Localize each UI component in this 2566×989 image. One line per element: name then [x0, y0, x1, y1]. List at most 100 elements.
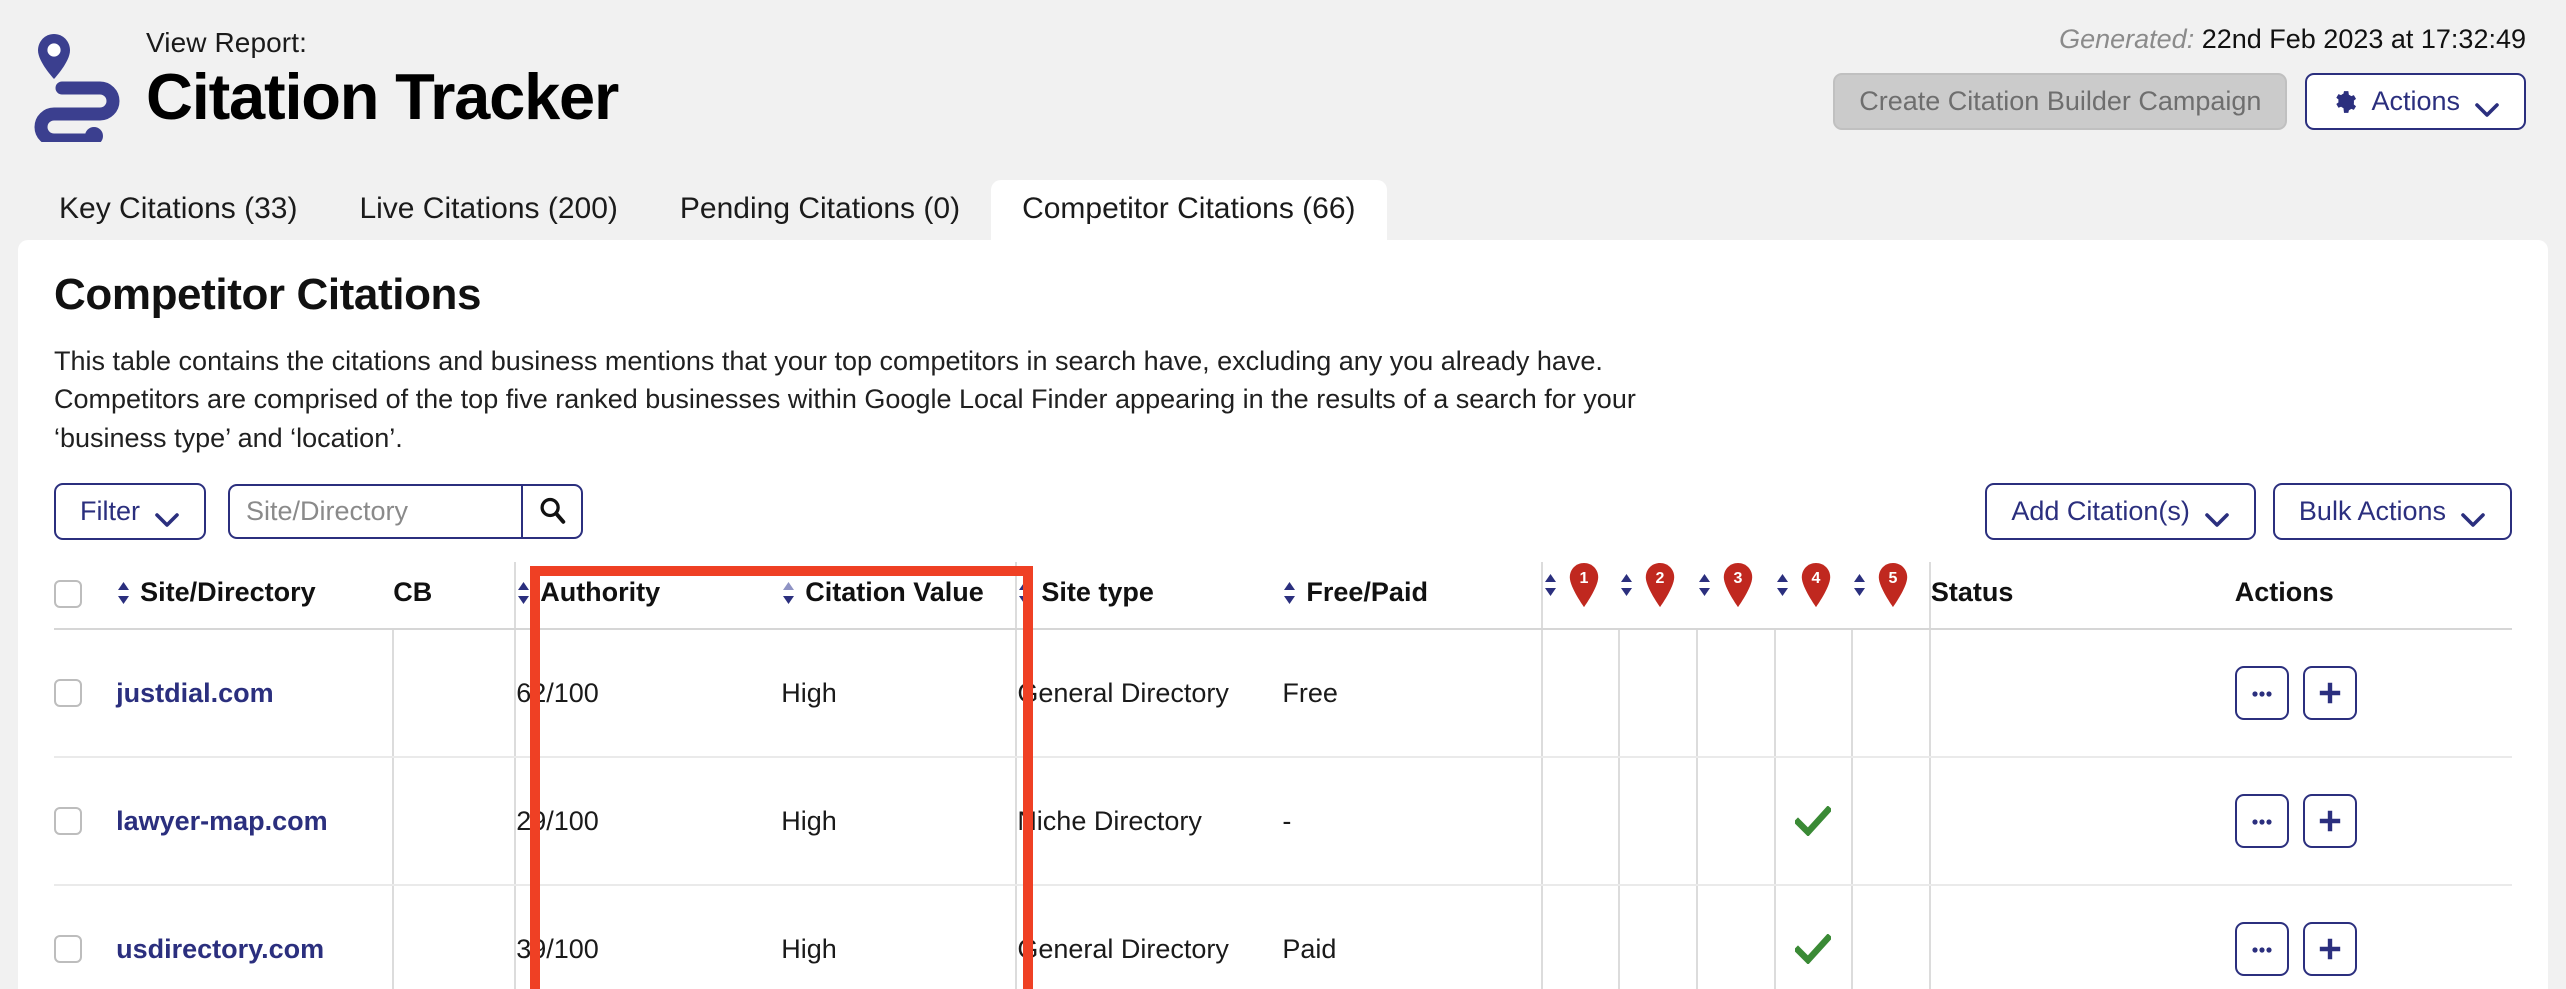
header-site-type[interactable]: Site type: [1016, 562, 1282, 629]
header-status: Status: [1930, 562, 2235, 629]
header-competitor-3[interactable]: 3: [1697, 562, 1775, 629]
cell-authority: 39/100: [515, 885, 781, 989]
cell-citation-value: High: [781, 885, 1016, 989]
search-group: [228, 484, 583, 539]
check-icon: [1795, 934, 1831, 964]
sort-arrows-icon: [1852, 573, 1867, 597]
header-actions-label: Actions: [2235, 577, 2334, 608]
header-competitor-5[interactable]: 5: [1852, 562, 1930, 629]
header-site-directory[interactable]: Site/Directory: [116, 562, 393, 629]
cell-competitor-2: [1619, 757, 1697, 885]
row-checkbox[interactable]: [54, 807, 82, 835]
cell-actions: [2235, 629, 2512, 757]
select-all-checkbox[interactable]: [54, 580, 82, 608]
tab-key-citations[interactable]: Key Citations (33): [28, 180, 328, 240]
actions-button[interactable]: Actions: [2305, 73, 2526, 130]
page-title: Citation Tracker: [146, 62, 618, 132]
cell-citation-value: High: [781, 757, 1016, 885]
cell-competitor-1: [1542, 757, 1620, 885]
cell-site-type: Niche Directory: [1016, 757, 1282, 885]
cell-status: [1930, 885, 2235, 989]
header-actions: Actions: [2235, 562, 2512, 629]
gear-icon: [2331, 89, 2357, 115]
table-toolbar: Filter: [54, 483, 2512, 540]
header-cb-label: CB: [393, 577, 432, 608]
header-competitor-1[interactable]: 1: [1542, 562, 1620, 629]
generated-timestamp: Generated: 22nd Feb 2023 at 17:32:49: [2059, 24, 2526, 55]
tab-pending-citations[interactable]: Pending Citations (0): [649, 180, 991, 240]
filter-dropdown-button[interactable]: Filter: [54, 483, 206, 540]
map-pin-2-icon: 2: [1643, 562, 1677, 608]
row-more-button[interactable]: [2235, 666, 2289, 720]
header-authority[interactable]: Authority: [515, 562, 781, 629]
plus-icon: [2315, 678, 2345, 708]
cell-competitor-4: [1775, 757, 1853, 885]
table-row: justdial.com 62/100 High General Directo…: [54, 629, 2512, 757]
row-add-button[interactable]: [2303, 794, 2357, 848]
header-competitor-2[interactable]: 2: [1619, 562, 1697, 629]
cell-competitor-4: [1775, 885, 1853, 989]
generated-value: 22nd Feb 2023 at 17:32:49: [2202, 24, 2526, 54]
header-site-directory-label: Site/Directory: [140, 577, 316, 608]
row-checkbox[interactable]: [54, 935, 82, 963]
cell-cb: [393, 629, 515, 757]
cell-competitor-5: [1852, 757, 1930, 885]
cell-status: [1930, 629, 2235, 757]
table-header-row: Site/Directory CB: [54, 562, 2512, 629]
filter-label: Filter: [80, 496, 140, 527]
header-competitor-4[interactable]: 4: [1775, 562, 1853, 629]
map-pin-5-icon: 5: [1876, 562, 1910, 608]
cell-cb: [393, 885, 515, 989]
svg-text:1: 1: [1579, 570, 1588, 587]
cell-status: [1930, 757, 2235, 885]
row-add-button[interactable]: [2303, 666, 2357, 720]
tab-bar: Key Citations (33) Live Citations (200) …: [0, 178, 2566, 240]
header-citation-value[interactable]: Citation Value: [781, 562, 1016, 629]
eyebrow-label: View Report:: [146, 26, 618, 60]
header-status-label: Status: [1931, 577, 2014, 608]
brand-block: View Report: Citation Tracker: [28, 18, 618, 142]
tab-competitor-citations[interactable]: Competitor Citations (66): [991, 180, 1386, 240]
ellipsis-icon: [2247, 934, 2277, 964]
cell-site-type: General Directory: [1016, 885, 1282, 989]
cell-competitor-1: [1542, 629, 1620, 757]
cell-competitor-4: [1775, 629, 1853, 757]
bulk-actions-button[interactable]: Bulk Actions: [2273, 483, 2512, 540]
site-link[interactable]: usdirectory.com: [116, 934, 324, 964]
site-link[interactable]: lawyer-map.com: [116, 806, 328, 836]
sort-arrows-icon: [1697, 573, 1712, 597]
tab-live-citations[interactable]: Live Citations (200): [328, 180, 648, 240]
cell-actions: [2235, 885, 2512, 989]
header-free-paid[interactable]: Free/Paid: [1282, 562, 1541, 629]
ellipsis-icon: [2247, 678, 2277, 708]
citations-table-wrap: Site/Directory CB: [54, 562, 2512, 989]
cell-site-type: General Directory: [1016, 629, 1282, 757]
site-link[interactable]: justdial.com: [116, 678, 274, 708]
competitor-citations-panel: Competitor Citations This table contains…: [18, 240, 2548, 989]
sort-arrows-icon: [1775, 573, 1790, 597]
row-add-button[interactable]: [2303, 922, 2357, 976]
add-citations-button[interactable]: Add Citation(s): [1985, 483, 2256, 540]
create-campaign-label: Create Citation Builder Campaign: [1859, 86, 2261, 117]
row-select-cell: [54, 629, 116, 757]
row-checkbox[interactable]: [54, 679, 82, 707]
header-authority-label: Authority: [540, 577, 660, 608]
row-more-button[interactable]: [2235, 922, 2289, 976]
sort-arrows-icon: [116, 581, 131, 605]
row-select-cell: [54, 885, 116, 989]
svg-text:4: 4: [1811, 570, 1820, 587]
map-pin-3-icon: 3: [1721, 562, 1755, 608]
cell-competitor-1: [1542, 885, 1620, 989]
create-citation-builder-campaign-button[interactable]: Create Citation Builder Campaign: [1833, 73, 2287, 130]
generated-label: Generated:: [2059, 24, 2194, 54]
search-button[interactable]: [521, 484, 583, 539]
cell-actions: [2235, 757, 2512, 885]
svg-text:3: 3: [1734, 570, 1743, 587]
table-row: lawyer-map.com 29/100 High Niche Directo…: [54, 757, 2512, 885]
svg-text:2: 2: [1656, 570, 1665, 587]
select-all-header: [54, 562, 116, 629]
cell-site: usdirectory.com: [116, 885, 393, 989]
search-input[interactable]: [228, 484, 521, 539]
cell-cb: [393, 757, 515, 885]
row-more-button[interactable]: [2235, 794, 2289, 848]
